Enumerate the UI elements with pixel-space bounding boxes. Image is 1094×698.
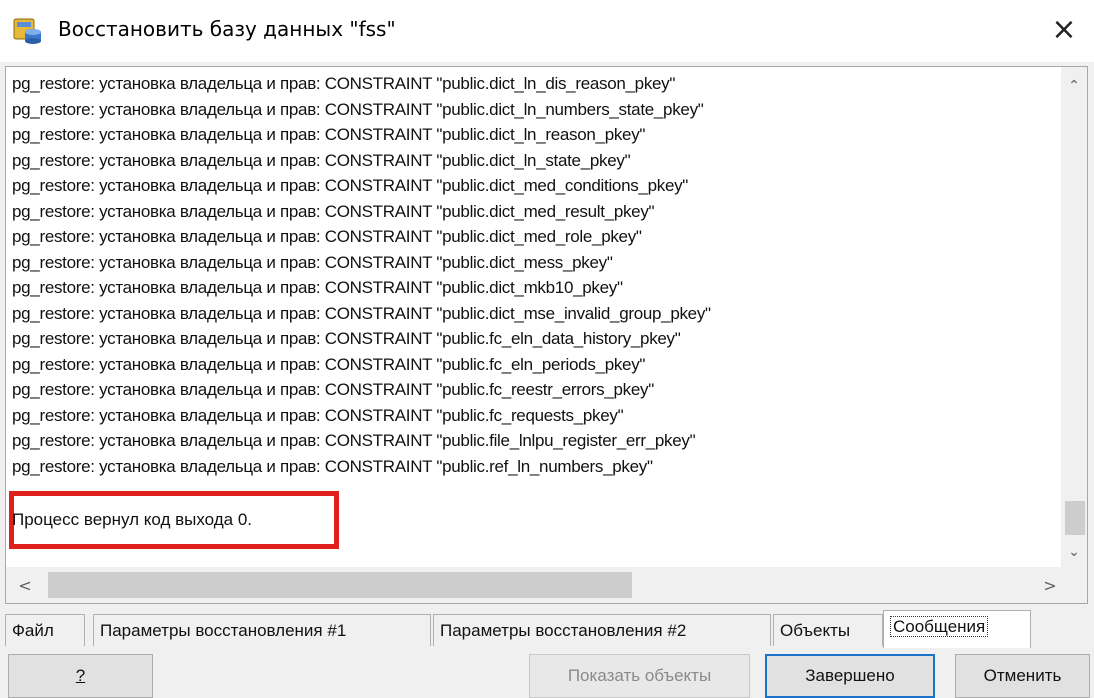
horizontal-scroll-thumb[interactable] (48, 572, 632, 598)
scroll-up-icon[interactable]: ⌃ (1061, 73, 1087, 99)
log-line: pg_restore: установка владельца и прав: … (12, 456, 653, 476)
tab-messages[interactable]: Сообщения (883, 610, 1031, 648)
log-line: pg_restore: установка владельца и прав: … (12, 380, 654, 399)
exit-code-message: Процесс вернул код выхода 0. (12, 510, 253, 529)
log-line: pg_restore: установка владельца и прав: … (12, 227, 642, 246)
window-title: Восстановить базу данных "fss" (58, 17, 396, 41)
log-line: pg_restore: установка владельца и прав: … (12, 303, 711, 323)
tab-label: Параметры восстановления #2 (440, 621, 687, 640)
log-line: pg_restore: установка владельца и прав: … (12, 405, 624, 425)
tab-restore-options-2[interactable]: Параметры восстановления #2 (433, 614, 771, 646)
horizontal-scrollbar[interactable]: < > (6, 567, 1087, 603)
log-line: pg_restore: установка владельца и прав: … (12, 150, 631, 170)
log-line: pg_restore: установка владельца и прав: … (12, 252, 613, 272)
scroll-left-icon[interactable]: < (10, 567, 40, 603)
close-button[interactable]: × (1048, 14, 1080, 46)
tab-label: Файл (12, 621, 54, 640)
tab-label: Параметры восстановления #1 (100, 621, 347, 640)
restore-dialog: Восстановить базу данных "fss" × pg_rest… (0, 0, 1094, 698)
tab-objects[interactable]: Объекты (773, 614, 883, 646)
log-line: pg_restore: установка владельца и прав: … (12, 431, 696, 450)
log-line: pg_restore: установка владельца и прав: … (12, 278, 623, 297)
log-line: pg_restore: установка владельца и прав: … (12, 74, 676, 93)
scroll-down-icon[interactable]: ⌄ (1061, 539, 1087, 565)
vertical-scrollbar[interactable]: ⌃ ⌄ (1061, 67, 1087, 567)
help-button[interactable]: ? (8, 654, 153, 698)
help-button-label: ? (75, 666, 86, 685)
log-lines: pg_restore: установка владельца и прав: … (12, 71, 1062, 479)
log-line: pg_restore: установка владельца и прав: … (12, 176, 689, 195)
title-bar: Восстановить базу данных "fss" × (0, 0, 1094, 62)
database-restore-icon (13, 18, 41, 44)
show-objects-button[interactable]: Показать объекты (529, 654, 750, 698)
done-label: Завершено (805, 666, 895, 685)
tab-label: Объекты (780, 621, 851, 640)
show-objects-label: Показать объекты (567, 666, 712, 685)
tab-restore-options-1[interactable]: Параметры восстановления #1 (93, 614, 431, 646)
cancel-button[interactable]: Отменить (955, 654, 1090, 698)
tab-label: Сообщения (890, 616, 989, 637)
scroll-right-icon[interactable]: > (1035, 567, 1065, 603)
messages-log[interactable]: pg_restore: установка владельца и прав: … (5, 66, 1088, 604)
tab-strip: Файл Параметры восстановления #1 Парамет… (5, 610, 1089, 648)
log-line: pg_restore: установка владельца и прав: … (12, 201, 655, 221)
log-line: pg_restore: установка владельца и прав: … (12, 354, 646, 374)
tab-file[interactable]: Файл (5, 614, 85, 646)
cancel-label: Отменить (983, 666, 1062, 685)
log-line: pg_restore: установка владельца и прав: … (12, 125, 646, 144)
log-line: pg_restore: установка владельца и прав: … (12, 99, 704, 119)
done-button[interactable]: Завершено (765, 654, 935, 698)
log-line: pg_restore: установка владельца и прав: … (12, 329, 681, 348)
vertical-scroll-thumb[interactable] (1065, 501, 1085, 535)
